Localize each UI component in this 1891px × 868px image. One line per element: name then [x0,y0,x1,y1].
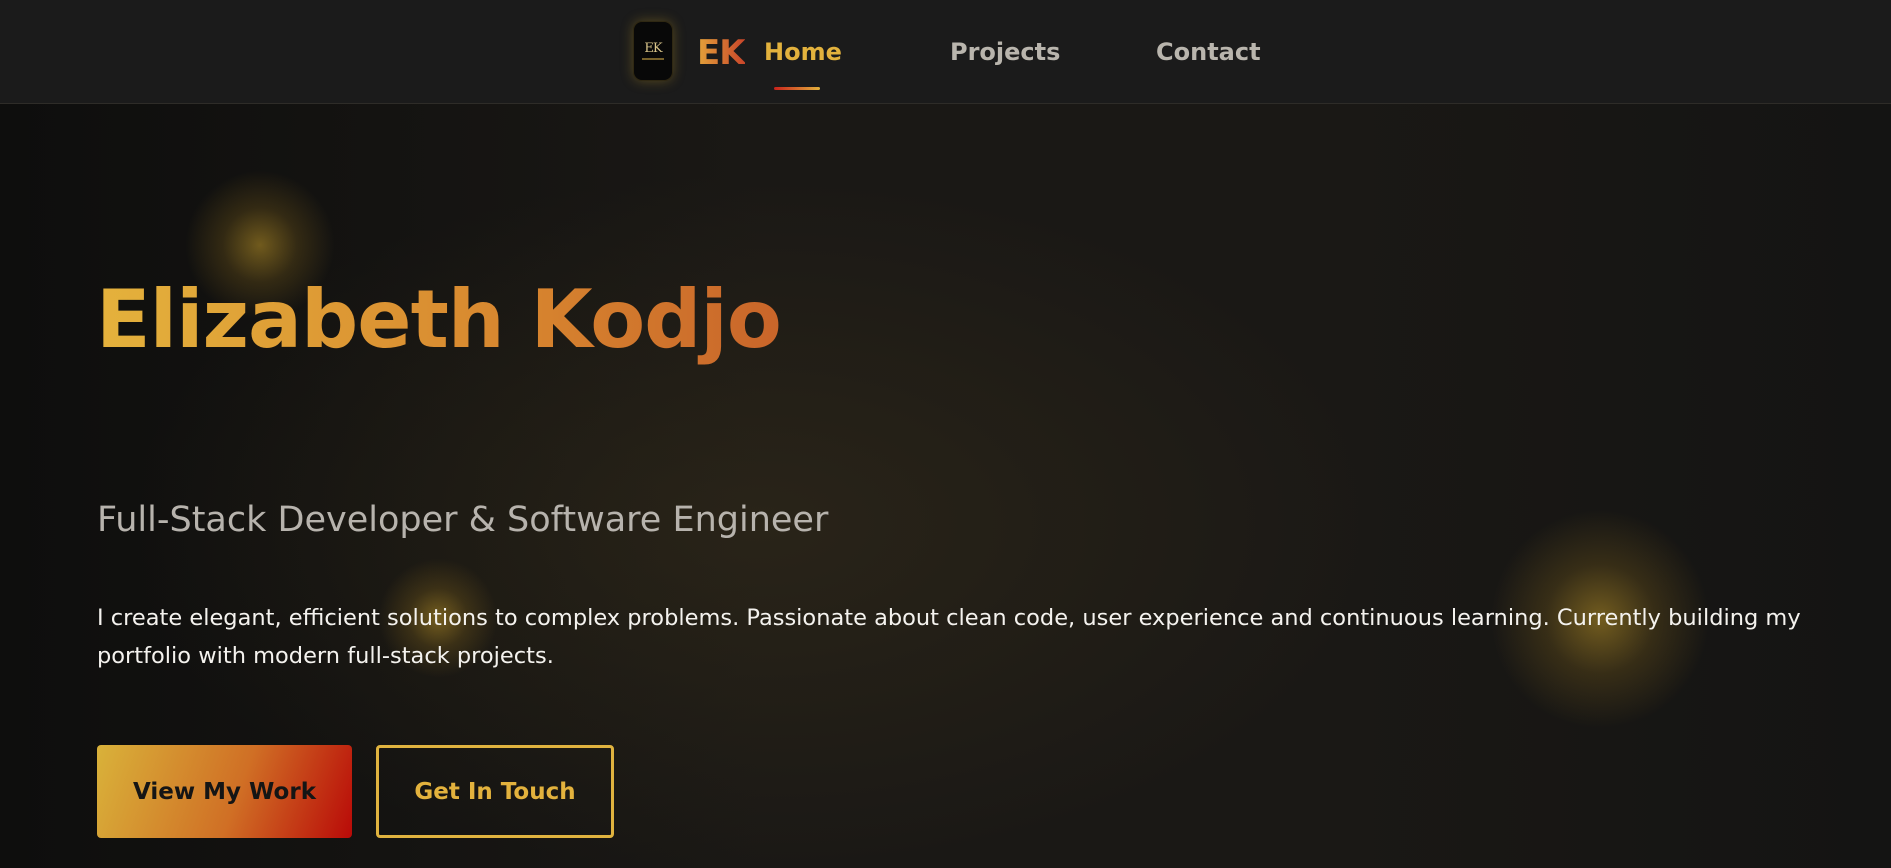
logo-monogram: EK [644,41,662,56]
brand-text[interactable]: EK [697,28,746,78]
nav-link-home[interactable]: Home [764,36,842,68]
hero-description: I create elegant, efficient solutions to… [97,605,1801,669]
nav-link-projects[interactable]: Projects [950,36,1060,68]
logo-underline [642,58,664,60]
get-in-touch-button[interactable]: Get In Touch [376,745,614,838]
hero-section: Elizabeth Kodjo Full-Stack Developer & S… [0,104,1891,868]
hero-subtitle: Full-Stack Developer & Software Engineer [97,500,829,540]
view-my-work-button[interactable]: View My Work [97,745,352,838]
navbar: EK EK Home Projects Contact [0,0,1891,104]
hero-name: Elizabeth Kodjo [96,270,782,370]
nav-link-contact[interactable]: Contact [1156,36,1261,68]
logo-badge[interactable]: EK [633,21,673,81]
active-nav-indicator [774,87,820,90]
